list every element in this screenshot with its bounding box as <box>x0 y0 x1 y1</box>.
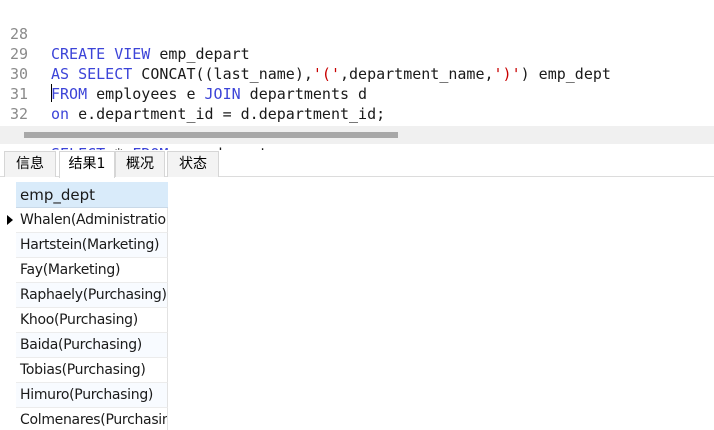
table-cell[interactable]: Himuro(Purchasing) <box>16 383 168 408</box>
scrollbar-thumb[interactable] <box>24 132 398 138</box>
table-cell[interactable]: Khoo(Purchasing) <box>16 308 168 333</box>
table-cell[interactable]: Tobias(Purchasing) <box>16 358 168 383</box>
table-row[interactable]: Khoo(Purchasing) <box>0 308 170 333</box>
table-row[interactable]: Fay(Marketing) <box>0 258 170 283</box>
tab-result-1[interactable]: 结果1 <box>59 151 115 178</box>
text-caret <box>51 84 52 102</box>
row-selector[interactable] <box>0 283 16 308</box>
table-row[interactable]: Baida(Purchasing) <box>0 333 170 358</box>
code-line-33: 33 SELECT * FROM emp_depart; <box>0 104 714 163</box>
table-row[interactable]: Hartstein(Marketing) <box>0 233 170 258</box>
row-selector[interactable] <box>0 233 16 258</box>
column-header-emp-dept[interactable]: emp_dept <box>16 182 168 208</box>
row-selector[interactable] <box>0 358 16 383</box>
column-header-label: emp_dept <box>20 186 96 204</box>
tab-status[interactable]: 状态 <box>167 151 219 177</box>
sql-editor[interactable]: 28 CREATE VIEW emp_depart 29 AS SELECT C… <box>0 0 714 163</box>
table-row[interactable]: Himuro(Purchasing) <box>0 383 170 408</box>
row-selector[interactable] <box>0 258 16 283</box>
result-grid[interactable]: emp_dept Whalen(Administration) Hartstein… <box>0 182 170 430</box>
row-selector[interactable] <box>0 408 16 430</box>
code-line-32: 32 <box>0 84 714 123</box>
table-cell[interactable]: Baida(Purchasing) <box>16 333 168 358</box>
code-line-30: 30 FROM employees e JOIN departments d <box>0 44 714 103</box>
table-row[interactable]: Colmenares(Purchasing) <box>0 408 170 430</box>
table-row[interactable]: Whalen(Administration) <box>0 208 170 233</box>
table-cell[interactable]: Colmenares(Purchasing) <box>16 408 168 430</box>
table-cell[interactable]: Hartstein(Marketing) <box>16 233 168 258</box>
tab-overview[interactable]: 概况 <box>115 151 165 177</box>
table-cell[interactable]: Fay(Marketing) <box>16 258 168 283</box>
code-line-29: 29 AS SELECT CONCAT((last_name),'(',depa… <box>0 24 714 83</box>
row-selector[interactable] <box>0 208 16 233</box>
editor-horizontal-scrollbar[interactable] <box>0 126 714 144</box>
table-row[interactable]: Raphaely(Purchasing) <box>0 283 170 308</box>
code-line-28: 28 CREATE VIEW emp_depart <box>0 4 714 63</box>
current-row-arrow-icon <box>7 215 13 225</box>
result-tab-bar: 信息 结果1 概况 状态 <box>0 150 714 178</box>
row-selector[interactable] <box>0 308 16 333</box>
table-row[interactable]: Tobias(Purchasing) <box>0 358 170 383</box>
tab-info[interactable]: 信息 <box>4 151 56 177</box>
row-selector[interactable] <box>0 333 16 358</box>
table-cell[interactable]: Raphaely(Purchasing) <box>16 283 168 308</box>
table-cell[interactable]: Whalen(Administration) <box>16 208 168 233</box>
row-selector[interactable] <box>0 383 16 408</box>
code-line-31: 31 on e.department_id = d.department_id; <box>0 64 714 123</box>
